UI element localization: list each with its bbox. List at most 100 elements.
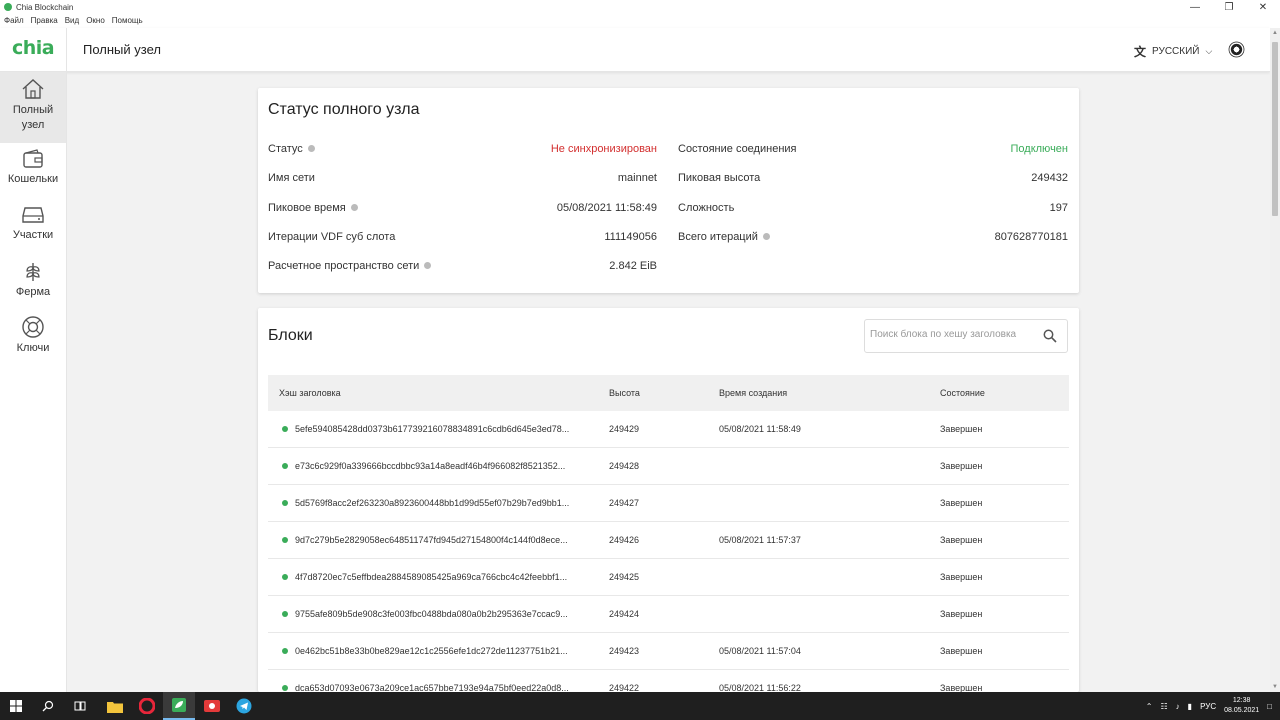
blocks-table: Хэш заголовка Высота Время создания Сост… [268,375,1069,692]
block-time: 05/08/2021 11:58:49 [719,424,801,434]
block-height: 249426 [609,535,640,545]
block-time: 05/08/2021 11:56:22 [719,683,801,692]
block-hash[interactable]: e73c6c929f0a339666bccdbbc93a14a8eadf46b4… [295,461,587,471]
block-state: Завершен [940,461,983,471]
peak-time-row: Пиковое время 05/08/2021 11:58:49 [268,202,657,216]
notifications-icon[interactable]: □ [1267,702,1272,711]
sidebar-item-full-node[interactable]: Полный узел [0,72,66,143]
column-header-state[interactable]: Состояние [940,388,985,398]
block-hash[interactable]: 0e462bc51b8e33b0be829ae12c1c2556efe1dc27… [295,646,587,656]
block-hash[interactable]: 5efe594085428dd0373b617739216078834891c6… [295,424,587,434]
task-view-icon [74,701,86,711]
window-title-bar: Chia Blockchain — ❐ ✕ [0,0,1280,14]
input-language[interactable]: РУС [1200,702,1216,711]
table-row[interactable]: 0e462bc51b8e33b0be829ae12c1c2556efe1dc27… [268,633,1069,670]
sidebar-item-label: Ключи [16,342,50,354]
block-hash[interactable]: 9755afe809b5de908c3fe003fbc0488bda080a0b… [295,609,587,619]
help-icon[interactable] [424,261,432,269]
help-icon[interactable] [762,232,770,240]
battery-icon[interactable]: ▮ [1188,702,1192,711]
windows-taskbar: ⌃ ☷ ♪ ▮ РУС 12:38 08.05.2021 □ [0,692,1280,720]
menu-edit[interactable]: Правка [31,14,58,28]
sidebar-item-label: Ферма [15,286,51,298]
sidebar-item-keys[interactable]: Ключи [0,315,66,354]
clock-date: 08.05.2021 [1224,707,1260,714]
table-row[interactable]: 9d7c279b5e2829058ec648511747fd945d271548… [268,522,1069,559]
menu-help[interactable]: Помощь [112,14,143,28]
table-body: 5efe594085428dd0373b617739216078834891c6… [268,411,1069,692]
block-search-box[interactable] [864,319,1068,353]
netspace-value: 2.842 EiB [609,260,657,272]
video-recorder-icon [204,700,220,712]
table-row[interactable]: e73c6c929f0a339666bccdbbc93a14a8eadf46b4… [268,448,1069,485]
network-name-row: Имя сети mainnet [268,172,657,186]
restore-icon[interactable]: ❐ [1212,0,1246,14]
window-title: Chia Blockchain [16,3,74,12]
help-icon[interactable] [350,203,358,211]
menu-view[interactable]: Вид [65,14,79,28]
keys-icon [22,316,44,338]
start-button[interactable] [0,692,32,720]
clock[interactable]: 12:38 08.05.2021 [1224,696,1259,716]
close-icon[interactable]: ✕ [1246,0,1280,14]
sidebar-item-farm[interactable]: Ферма [0,259,66,298]
column-header-hash[interactable]: Хэш заголовка [279,388,341,398]
status-dot-icon [282,426,288,432]
table-row[interactable]: 5efe594085428dd0373b617739216078834891c6… [268,411,1069,448]
table-row[interactable]: 4f7d8720ec7c5effbdea2884589085425a969ca7… [268,559,1069,596]
block-search-input[interactable] [870,329,1040,340]
menu-window[interactable]: Окно [86,14,105,28]
sync-status-value: Не синхронизирован [550,143,657,155]
page-title: Полный узел [83,42,161,57]
block-hash[interactable]: 5d5769f8acc2ef263230a8923600448bb1d99d55… [295,498,587,508]
difficulty-value: 197 [1049,202,1068,214]
scrollbar[interactable]: ▲ ▼ [1270,28,1280,692]
peak-time-label: Пиковое время [268,202,346,214]
farm-icon [26,263,40,281]
search-icon [42,700,54,712]
block-hash[interactable]: 4f7d8720ec7c5effbdea2884589085425a969ca7… [295,572,587,582]
connection-status-label: Состояние соединения [678,143,797,155]
status-card-title: Статус полного узла [268,101,420,118]
full-node-status-card: Статус полного узла Статус Не синхронизи… [258,88,1079,293]
scroll-thumb[interactable] [1272,42,1278,216]
scroll-down-icon[interactable]: ▼ [1272,684,1278,690]
chevron-up-icon[interactable]: ⌃ [1146,702,1153,711]
table-row[interactable]: 5d5769f8acc2ef263230a8923600448bb1d99d55… [268,485,1069,522]
sidebar-item-plots[interactable]: Участки [0,204,66,241]
chia-logo: chia [12,37,55,59]
netspace-label: Расчетное пространство сети [268,260,420,272]
block-hash[interactable]: dca653d07093e0673a209ce1ac657bbe7193e94a… [295,683,587,692]
block-height: 249425 [609,572,640,582]
theme-toggle-icon[interactable] [1230,43,1243,56]
taskbar-recorder[interactable] [196,692,228,720]
search-icon[interactable] [1043,329,1057,343]
block-height: 249422 [609,683,640,692]
block-state: Завершен [940,498,983,508]
help-icon[interactable] [307,144,315,152]
status-dot-icon [282,463,288,469]
minimize-icon[interactable]: — [1178,0,1212,14]
column-header-time[interactable]: Время создания [719,388,787,398]
language-selector[interactable]: 文 РУССКИЙ ⌵ [1134,43,1212,60]
total-iterations-value: 807628770181 [994,231,1068,243]
scroll-up-icon[interactable]: ▲ [1272,30,1278,36]
taskbar-search-button[interactable] [32,692,64,720]
block-hash[interactable]: 9d7c279b5e2829058ec648511747fd945d271548… [295,535,587,545]
table-row[interactable]: dca653d07093e0673a209ce1ac657bbe7193e94a… [268,670,1069,692]
task-view-button[interactable] [64,692,96,720]
taskbar-chia[interactable] [163,692,195,720]
menu-file[interactable]: Файл [4,14,24,28]
status-dot-icon [282,648,288,654]
clock-time: 12:38 [1232,697,1251,704]
taskbar-opera[interactable] [131,692,163,720]
sidebar-item-wallets[interactable]: Кошельки [0,148,66,185]
taskbar-explorer[interactable] [99,692,131,720]
sound-icon[interactable]: ♪ [1176,702,1180,711]
network-icon[interactable]: ☷ [1161,702,1168,711]
taskbar-telegram[interactable] [228,692,260,720]
table-row[interactable]: 9755afe809b5de908c3fe003fbc0488bda080a0b… [268,596,1069,633]
menu-bar: Файл Правка Вид Окно Помощь [0,14,1280,28]
peak-height-row: Пиковая высота 249432 [678,172,1068,186]
column-header-height[interactable]: Высота [609,388,640,398]
